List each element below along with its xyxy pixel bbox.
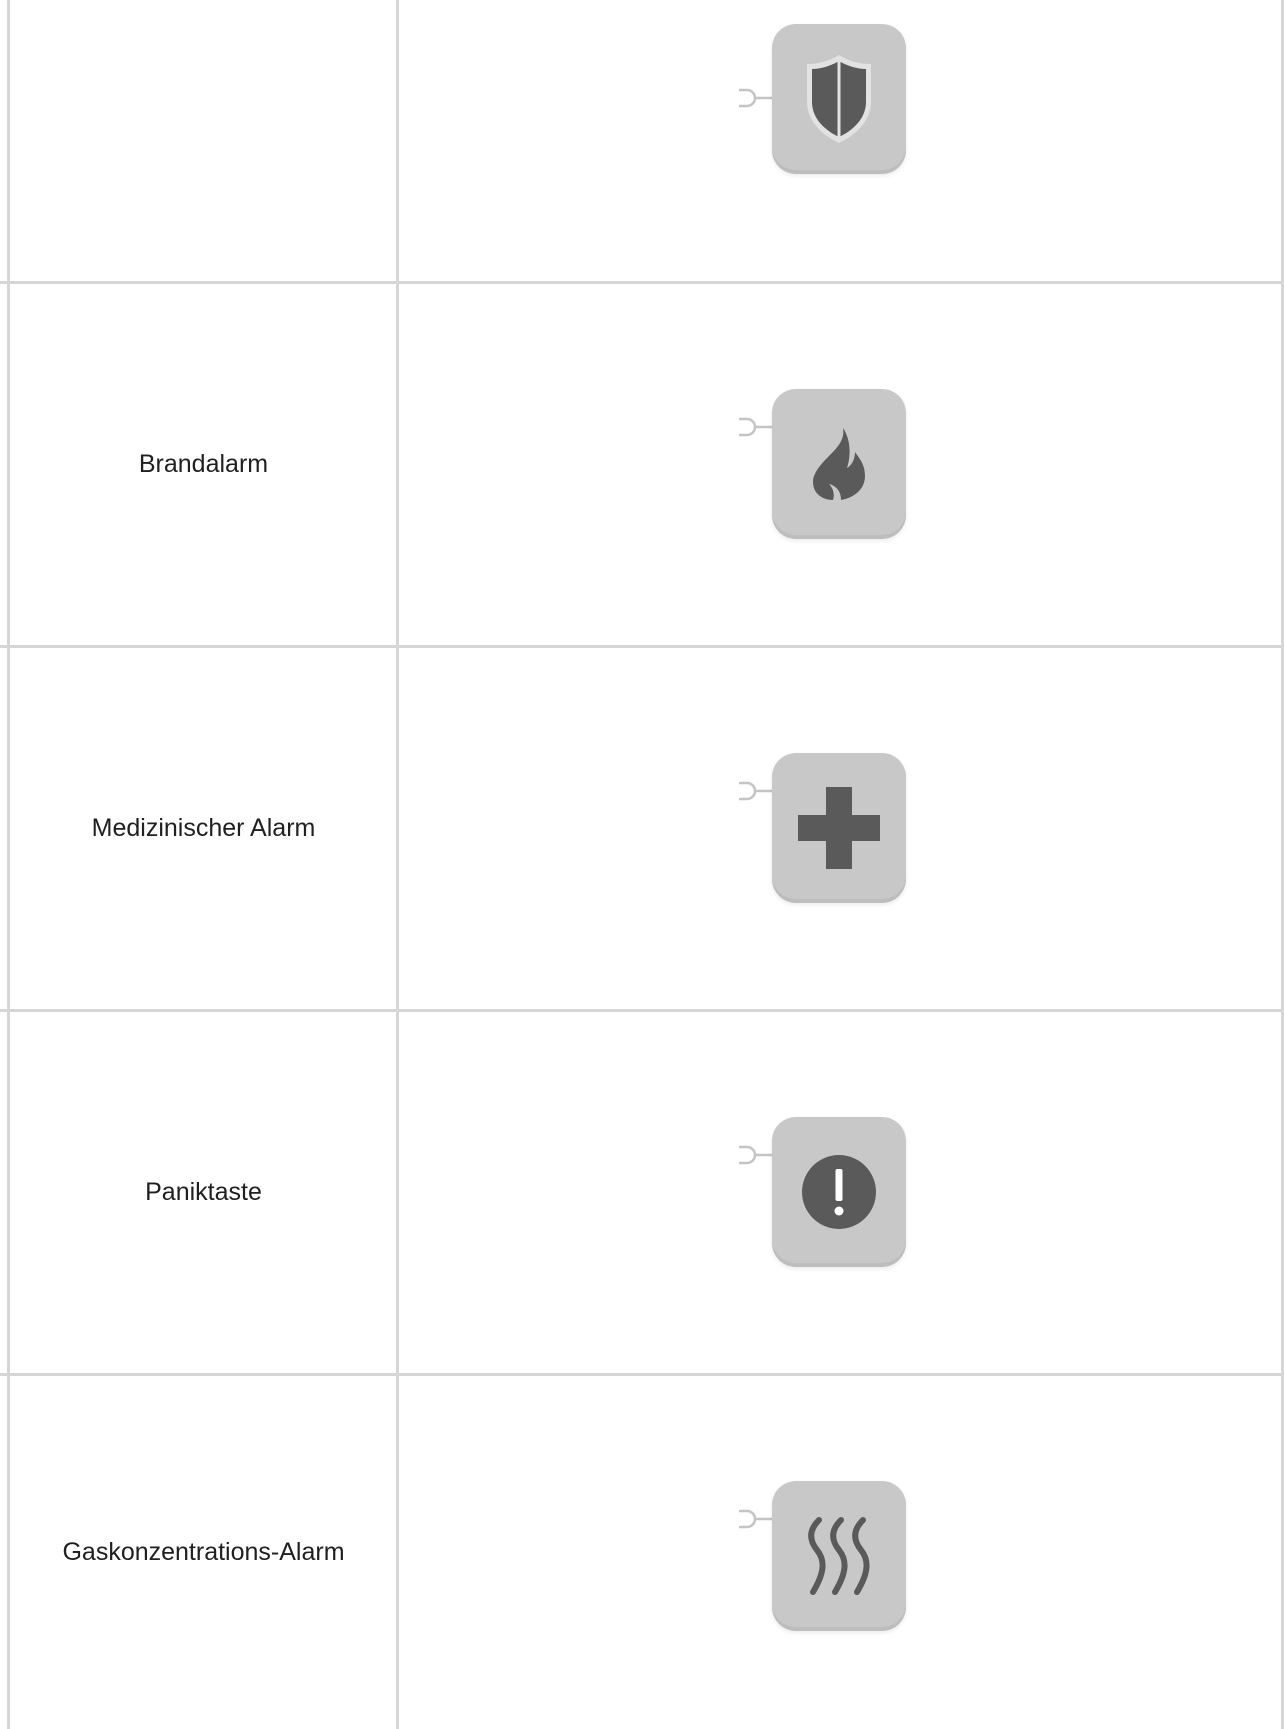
row-label: Paniktaste [145,1178,262,1206]
connector-icon [739,1509,773,1529]
row-label: Brandalarm [138,450,269,478]
icon-cell [399,284,1281,645]
shield-tile [772,24,906,174]
row-label [8,0,399,281]
medical-tile [772,753,906,903]
icon-cell [399,648,1281,1009]
gas-waves-icon [808,1517,870,1595]
exclamation-circle-icon [802,1155,876,1229]
medical-cross-icon [798,787,880,869]
table-row: Medizinischer Alarm [0,648,1284,1009]
row-label: Gaskonzentrations-Alarm [62,1538,345,1566]
flame-icon [813,428,865,500]
icon-cell [399,0,1281,281]
connector-icon [739,88,773,108]
icon-cell [399,1012,1281,1373]
table-row [0,0,1284,281]
connector-icon [739,1145,773,1165]
alarm-types-table: Brandalarm Medizinischer Alarm Paniktast… [0,0,1284,1729]
table-row: Gaskonzentrations-Alarm [0,1376,1284,1729]
connector-icon [739,781,773,801]
connector-icon [739,417,773,437]
shield-icon [807,55,871,143]
icon-cell [399,1376,1281,1729]
row-label: Medizinischer Alarm [91,814,316,842]
flame-tile [772,389,906,539]
panic-tile [772,1117,906,1267]
table-row: Brandalarm [0,284,1284,645]
gas-tile [772,1481,906,1631]
table-row: Paniktaste [0,1012,1284,1373]
